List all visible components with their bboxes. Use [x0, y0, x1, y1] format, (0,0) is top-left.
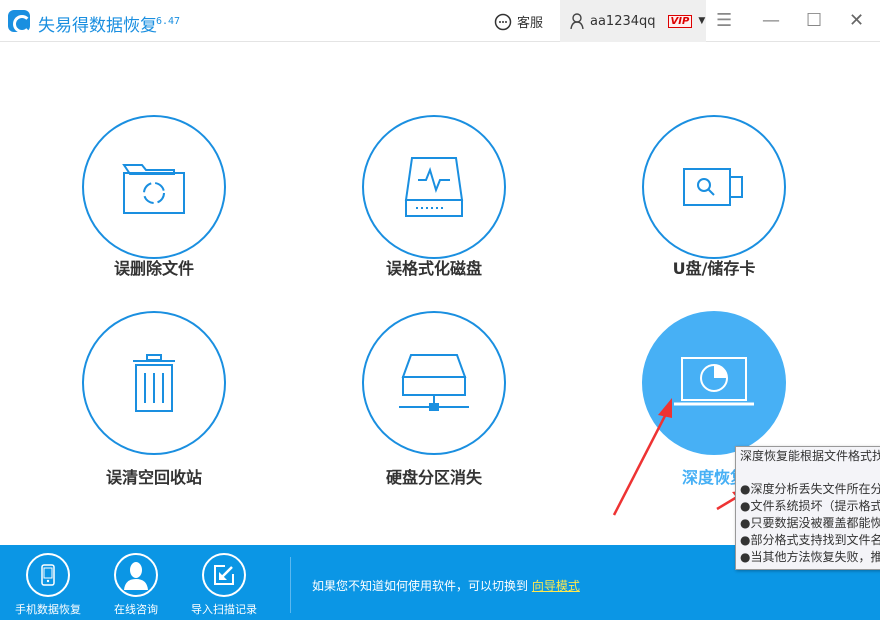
tooltip-item: ●文件系统损坏（提示格式 [740, 499, 880, 513]
tooltip-item: ●只要数据没被覆盖都能恢 [740, 516, 880, 530]
tooltip-item: ●深度分析丢失文件所在分 [740, 482, 880, 496]
tooltip-item: ●部分格式支持找到文件名 [740, 533, 880, 547]
tooltip-title: 深度恢复能根据文件格式找 [740, 449, 880, 463]
tooltip-item: ●当其他方法恢复失败，推 [740, 550, 880, 564]
deep-recovery-tooltip: 深度恢复能根据文件格式找 ●深度分析丢失文件所在分 ●文件系统损坏（提示格式 ●… [735, 446, 880, 570]
